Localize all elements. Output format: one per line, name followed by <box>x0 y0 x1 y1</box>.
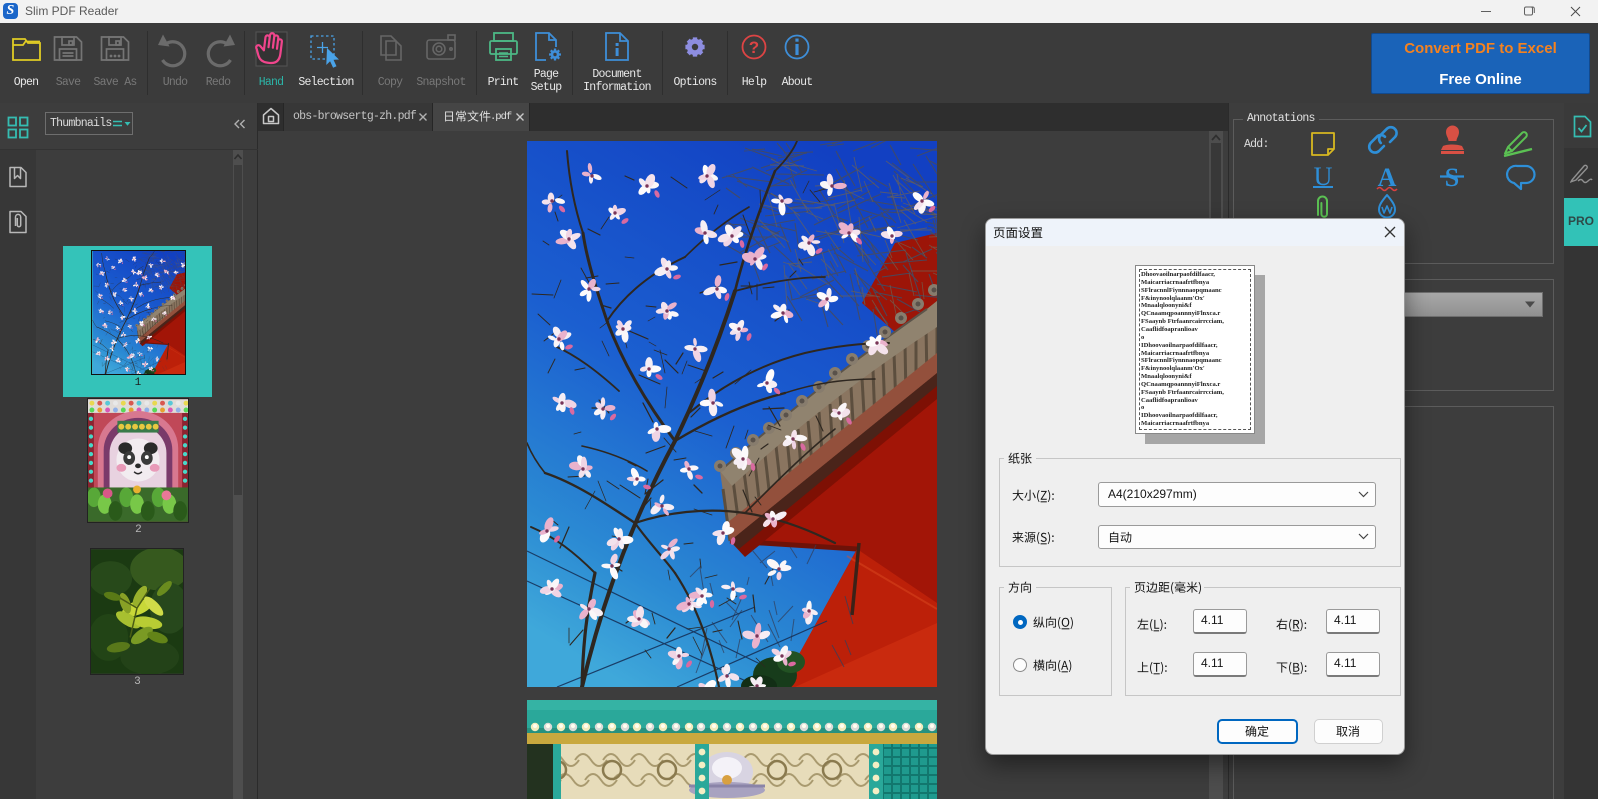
svg-text:?: ? <box>749 38 759 57</box>
